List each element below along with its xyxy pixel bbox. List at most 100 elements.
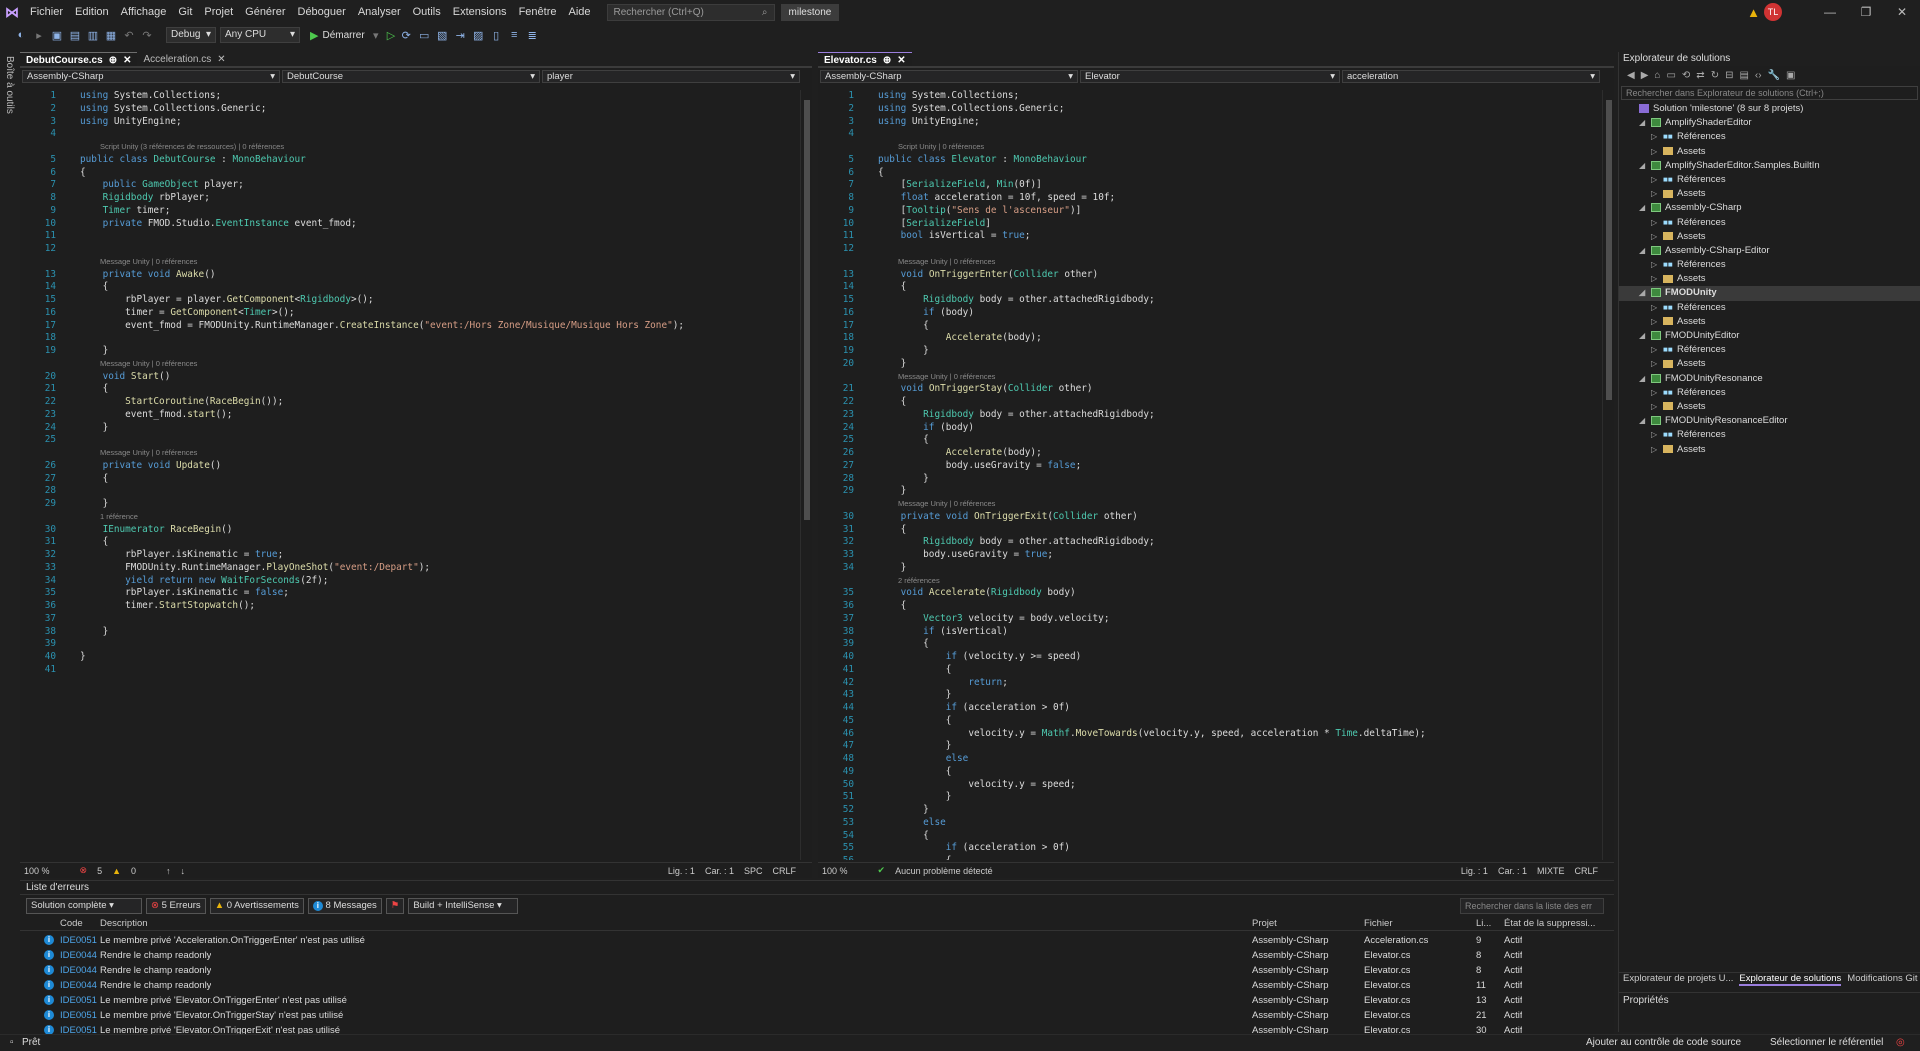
code-lens[interactable]: Message Unity | 0 références — [20, 358, 798, 371]
global-search-input[interactable]: Rechercher (Ctrl+Q) ⌕ — [606, 3, 775, 21]
zoom-level[interactable]: 100 % — [822, 866, 848, 876]
editor-tab[interactable]: DebutCourse.cs ⊕ ✕ — [20, 52, 138, 66]
redo-icon[interactable]: ↷ — [140, 29, 154, 42]
undo-icon[interactable]: ↶ — [122, 29, 136, 42]
collapsed-icon[interactable]: ▷ — [1651, 400, 1663, 414]
zoom-level[interactable]: 100 % — [24, 866, 50, 876]
nav-down-icon[interactable]: ↓ — [181, 866, 186, 876]
explorer-tab[interactable]: Modifications Git — [1847, 973, 1917, 986]
start-icon[interactable]: ▶ — [310, 29, 318, 42]
column-header[interactable]: Fichier — [1364, 918, 1393, 929]
tree-item[interactable]: ▷ ■■ Références — [1619, 386, 1920, 400]
visual-studio-logo-icon[interactable]: ⋈ — [0, 0, 24, 24]
refresh-icon[interactable]: ↻ — [1711, 70, 1719, 81]
notifications-icon[interactable]: ◎ — [1896, 1035, 1905, 1051]
back-icon[interactable]: ◀ — [1627, 70, 1635, 81]
tree-item[interactable]: ▷ Assets — [1619, 145, 1920, 159]
close-icon[interactable]: ✕ — [1884, 5, 1920, 19]
column-indicator[interactable]: Car. : 1 — [705, 866, 734, 876]
warning-count[interactable]: 0 — [131, 866, 136, 876]
show-all-files-icon[interactable]: ▤ — [1739, 70, 1748, 81]
menu-item[interactable]: Aide — [562, 0, 596, 24]
tree-item[interactable]: Solution 'milestone' (8 sur 8 projets) — [1619, 102, 1920, 116]
tree-item[interactable]: ◢ AmplifyShaderEditor.Samples.BuiltIn — [1619, 159, 1920, 173]
code-lens[interactable]: Message Unity | 0 références — [818, 256, 1600, 269]
breakpoint-icon[interactable]: ▨ — [471, 29, 485, 42]
error-count[interactable]: 5 — [97, 866, 102, 876]
menu-item[interactable]: Déboguer — [292, 0, 352, 24]
error-row[interactable]: i IDE0044 Rendre le champ readonly Assembly… — [20, 978, 1614, 993]
menu-item[interactable]: Git — [172, 0, 198, 24]
menu-item[interactable]: Extensions — [447, 0, 513, 24]
avatar[interactable]: TL — [1764, 3, 1782, 21]
collapsed-icon[interactable]: ▷ — [1651, 216, 1663, 230]
properties-icon[interactable]: 🔧 — [1768, 70, 1780, 81]
save-all-icon[interactable]: ▦ — [104, 29, 118, 42]
collapsed-icon[interactable]: ▷ — [1651, 173, 1663, 187]
tree-item[interactable]: ◢ Assembly-CSharp-Editor — [1619, 244, 1920, 258]
tree-item[interactable]: ▷ Assets — [1619, 400, 1920, 414]
uncomment-icon[interactable]: ≣ — [525, 29, 539, 42]
tree-item[interactable]: ▷ ■■ Références — [1619, 130, 1920, 144]
error-row[interactable]: i IDE0044 Rendre le champ readonly Assembly… — [20, 963, 1614, 978]
line-ending-indicator[interactable]: CRLF — [772, 866, 796, 876]
code-lens[interactable]: Message Unity | 0 références — [818, 498, 1600, 511]
expanded-icon[interactable]: ◢ — [1639, 372, 1651, 386]
history-icon[interactable]: ⟲ — [1682, 70, 1690, 81]
menu-item[interactable]: Edition — [69, 0, 115, 24]
column-header[interactable]: Description — [100, 918, 148, 929]
expanded-icon[interactable]: ◢ — [1639, 414, 1651, 428]
menu-item[interactable]: Projet — [198, 0, 239, 24]
code-lens[interactable]: 2 références — [818, 575, 1600, 588]
collapsed-icon[interactable]: ▷ — [1651, 272, 1663, 286]
tree-item[interactable]: ▷ ■■ Références — [1619, 343, 1920, 357]
start-without-debug-icon[interactable]: ▷ — [387, 29, 395, 42]
column-header[interactable]: Projet — [1252, 918, 1277, 929]
tree-item[interactable]: ◢ AmplifyShaderEditor — [1619, 116, 1920, 130]
column-indicator[interactable]: Car. : 1 — [1498, 866, 1527, 876]
error-row[interactable]: i IDE0051 Le membre privé 'Elevator.OnTrig… — [20, 993, 1614, 1008]
explorer-tab[interactable]: Explorateur de solutions — [1739, 973, 1842, 986]
back-icon[interactable]: ◐ — [14, 29, 28, 41]
menu-item[interactable]: Analyser — [352, 0, 407, 24]
collapsed-icon[interactable]: ▷ — [1651, 357, 1663, 371]
navigation-select[interactable]: Elevator ▾ — [1080, 70, 1340, 83]
code-lens[interactable]: Message Unity | 0 références — [20, 447, 798, 460]
tree-item[interactable]: ▷ Assets — [1619, 315, 1920, 329]
tree-item[interactable]: ▷ ■■ Références — [1619, 173, 1920, 187]
warnings-filter-button[interactable]: ▲ 0 Avertissements — [209, 898, 304, 914]
collapsed-icon[interactable]: ▷ — [1651, 258, 1663, 272]
editor-tab[interactable]: Acceleration.cs ✕ — [137, 52, 231, 66]
platform-select[interactable]: Any CPU ▾ — [220, 27, 300, 43]
expanded-icon[interactable]: ◢ — [1639, 329, 1651, 343]
menu-item[interactable]: Outils — [407, 0, 447, 24]
add-source-control-button[interactable]: Ajouter au contrôle de code source — [1586, 1035, 1741, 1051]
forward-icon[interactable]: ▸ — [32, 29, 46, 42]
tree-item[interactable]: ◢ FMODUnity — [1619, 286, 1920, 301]
tree-item[interactable]: ▷ Assets — [1619, 443, 1920, 457]
comment-icon[interactable]: ≡ — [507, 29, 521, 41]
tree-item[interactable]: ▷ Assets — [1619, 187, 1920, 201]
whitespace-indicator[interactable]: MIXTE — [1537, 866, 1565, 876]
menu-item[interactable]: Affichage — [115, 0, 173, 24]
collapsed-icon[interactable]: ▷ — [1651, 443, 1663, 457]
whitespace-indicator[interactable]: SPC — [744, 866, 763, 876]
collapsed-icon[interactable]: ▷ — [1651, 428, 1663, 442]
collapsed-icon[interactable]: ▷ — [1651, 386, 1663, 400]
menu-item[interactable]: Fichier — [24, 0, 69, 24]
preview-icon[interactable]: ▣ — [1786, 70, 1795, 81]
menu-item[interactable]: Fenêtre — [513, 0, 563, 24]
close-tab-icon[interactable]: ✕ — [217, 52, 225, 66]
collapsed-icon[interactable]: ▷ — [1651, 301, 1663, 315]
errors-filter-button[interactable]: ⊗ 5 Erreurs — [146, 898, 206, 914]
tree-item[interactable]: ◢ FMODUnityResonanceEditor — [1619, 414, 1920, 428]
column-header[interactable]: Code — [60, 918, 83, 929]
collapsed-icon[interactable]: ▷ — [1651, 187, 1663, 201]
explorer-tab[interactable]: Explorateur de projets U... — [1623, 973, 1733, 986]
tree-item[interactable]: ▷ ■■ Références — [1619, 428, 1920, 442]
expanded-icon[interactable]: ◢ — [1639, 116, 1651, 130]
error-row[interactable]: i IDE0051 Le membre privé 'Acceleration.On… — [20, 933, 1614, 948]
filter-toggle-button[interactable]: ⚑ — [385, 898, 405, 914]
view-code-icon[interactable]: ‹› — [1755, 70, 1762, 81]
switch-views-icon[interactable]: ▭ — [1666, 70, 1675, 81]
